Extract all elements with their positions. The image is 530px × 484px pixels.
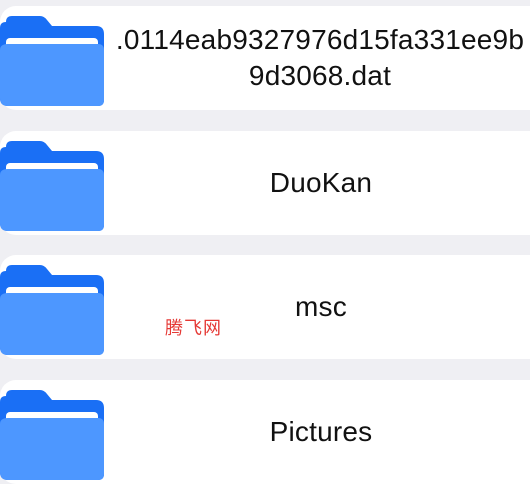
folder-icon [0,390,104,480]
list-item[interactable]: DuoKan [0,131,530,235]
list-item[interactable]: .0114eab9327976d15fa331ee9b9d3068.dat [0,6,530,110]
file-name: msc [295,291,347,322]
file-name: DuoKan [269,167,373,198]
file-name: .0114eab9327976d15fa331ee9b9d3068.dat [115,24,525,91]
folder-icon [0,265,104,355]
watermark: 腾飞网 [165,318,222,339]
folder-icon [0,16,104,106]
file-name: Pictures [269,416,373,447]
folder-icon [0,141,104,231]
list-item[interactable]: Pictures [0,380,530,484]
list-item[interactable]: msc [0,255,530,359]
